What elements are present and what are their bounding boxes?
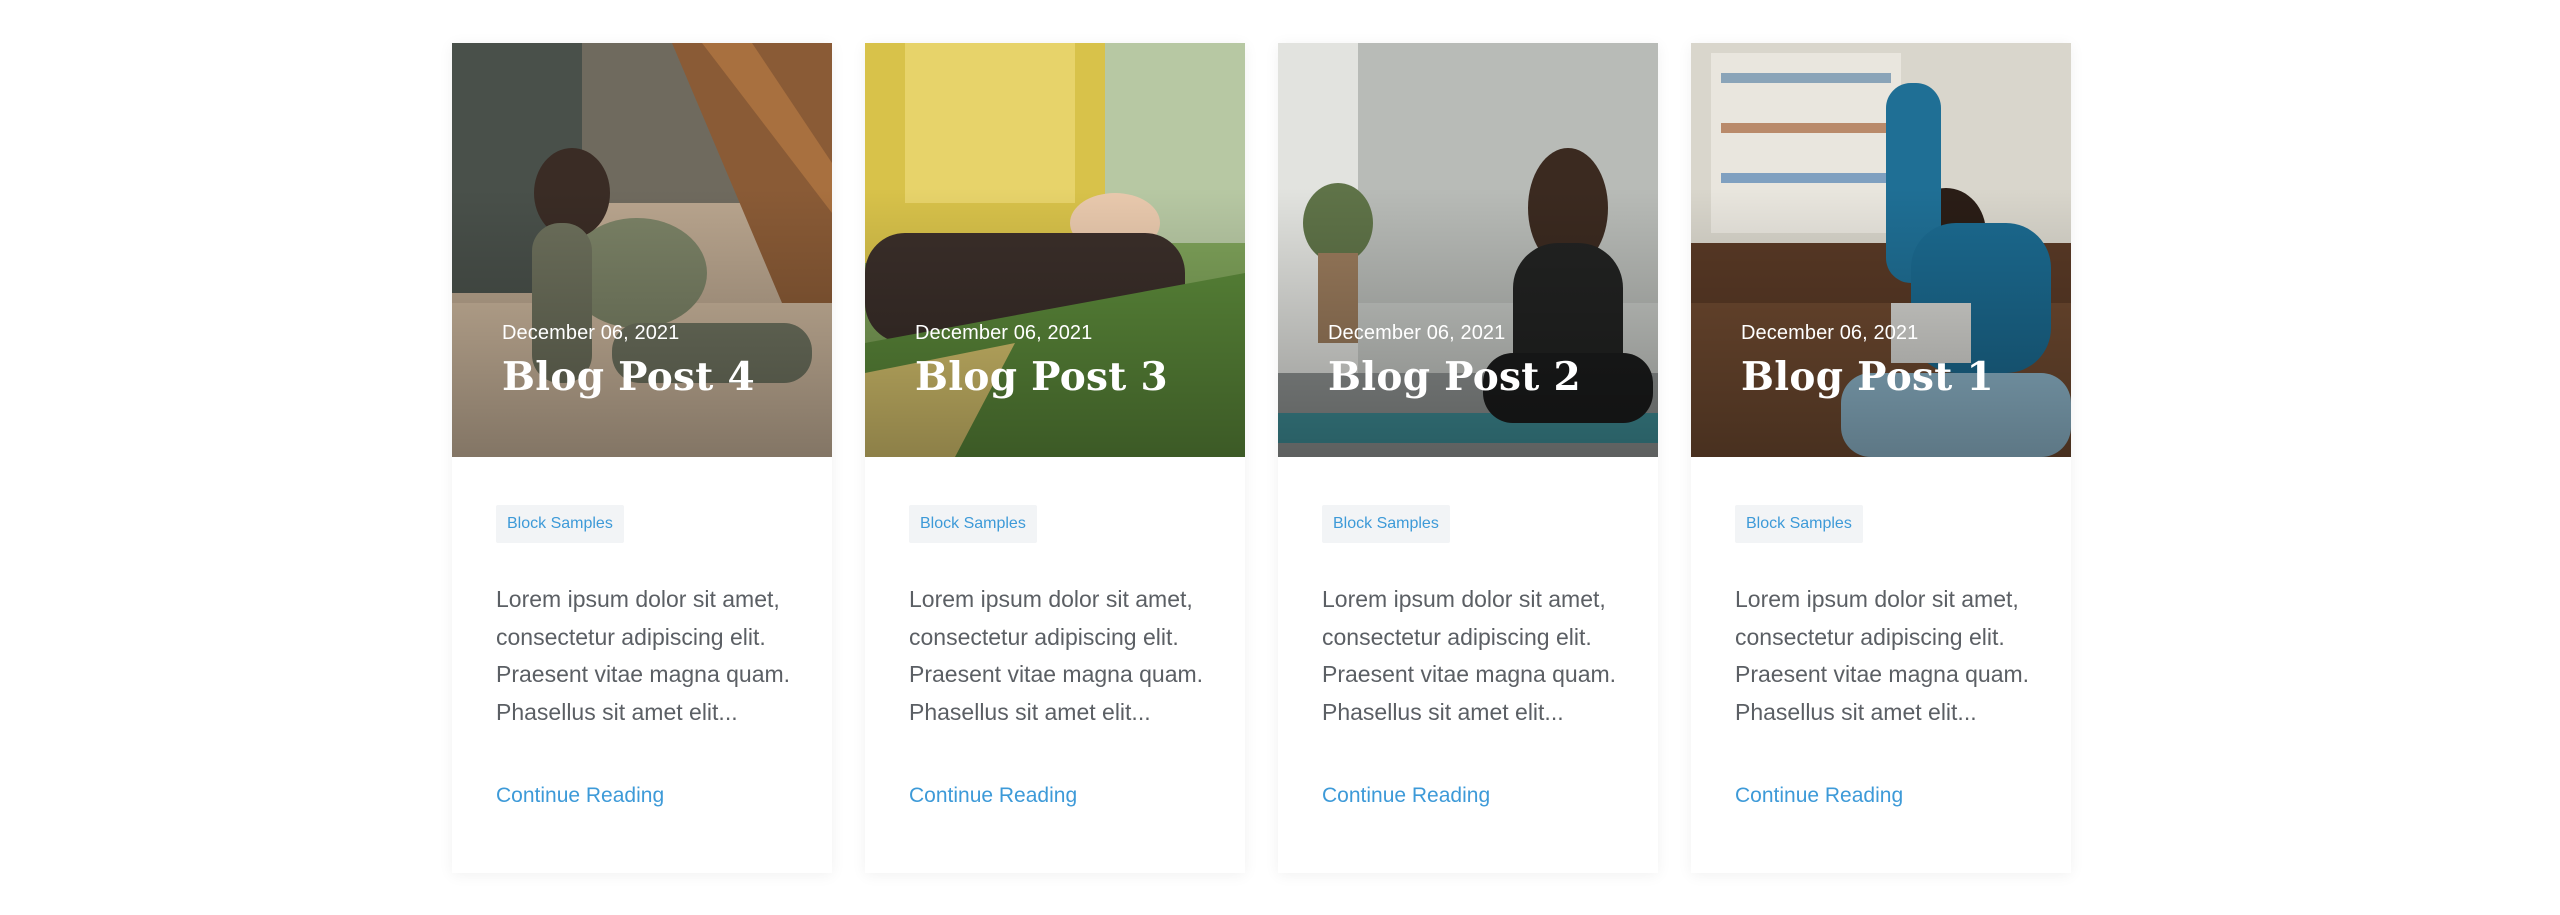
category-tag[interactable]: Block Samples bbox=[496, 505, 624, 543]
post-card: December 06, 2021 Blog Post 1 Block Samp… bbox=[1691, 43, 2071, 873]
post-image[interactable]: December 06, 2021 Blog Post 2 bbox=[1278, 43, 1658, 457]
post-card: December 06, 2021 Blog Post 2 Block Samp… bbox=[1278, 43, 1658, 873]
post-excerpt: Lorem ipsum dolor sit amet, consectetur … bbox=[909, 586, 1204, 725]
post-date: December 06, 2021 bbox=[502, 322, 680, 344]
post-image[interactable]: December 06, 2021 Blog Post 1 bbox=[1691, 43, 2071, 457]
blog-posts-grid: December 06, 2021 Blog Post 4 Block Samp… bbox=[452, 43, 2071, 873]
post-title[interactable]: Blog Post 1 bbox=[1741, 354, 1994, 400]
post-image[interactable]: December 06, 2021 Blog Post 4 bbox=[452, 43, 832, 457]
post-date: December 06, 2021 bbox=[915, 322, 1093, 344]
category-tag[interactable]: Block Samples bbox=[1735, 505, 1863, 543]
post-excerpt: Lorem ipsum dolor sit amet, consectetur … bbox=[496, 586, 791, 725]
post-card: December 06, 2021 Blog Post 4 Block Samp… bbox=[452, 43, 832, 873]
post-card: December 06, 2021 Blog Post 3 Block Samp… bbox=[865, 43, 1245, 873]
post-image[interactable]: December 06, 2021 Blog Post 3 bbox=[865, 43, 1245, 457]
continue-reading-link[interactable]: Continue Reading bbox=[1322, 784, 1490, 808]
post-excerpt: Lorem ipsum dolor sit amet, consectetur … bbox=[1735, 586, 2030, 725]
post-date: December 06, 2021 bbox=[1328, 322, 1506, 344]
continue-reading-link[interactable]: Continue Reading bbox=[909, 784, 1077, 808]
continue-reading-link[interactable]: Continue Reading bbox=[496, 784, 664, 808]
post-date: December 06, 2021 bbox=[1741, 322, 1919, 344]
post-title[interactable]: Blog Post 3 bbox=[915, 354, 1168, 400]
post-title[interactable]: Blog Post 4 bbox=[502, 354, 755, 400]
category-tag[interactable]: Block Samples bbox=[909, 505, 1037, 543]
category-tag[interactable]: Block Samples bbox=[1322, 505, 1450, 543]
post-title[interactable]: Blog Post 2 bbox=[1328, 354, 1581, 400]
post-excerpt: Lorem ipsum dolor sit amet, consectetur … bbox=[1322, 586, 1617, 725]
continue-reading-link[interactable]: Continue Reading bbox=[1735, 784, 1903, 808]
